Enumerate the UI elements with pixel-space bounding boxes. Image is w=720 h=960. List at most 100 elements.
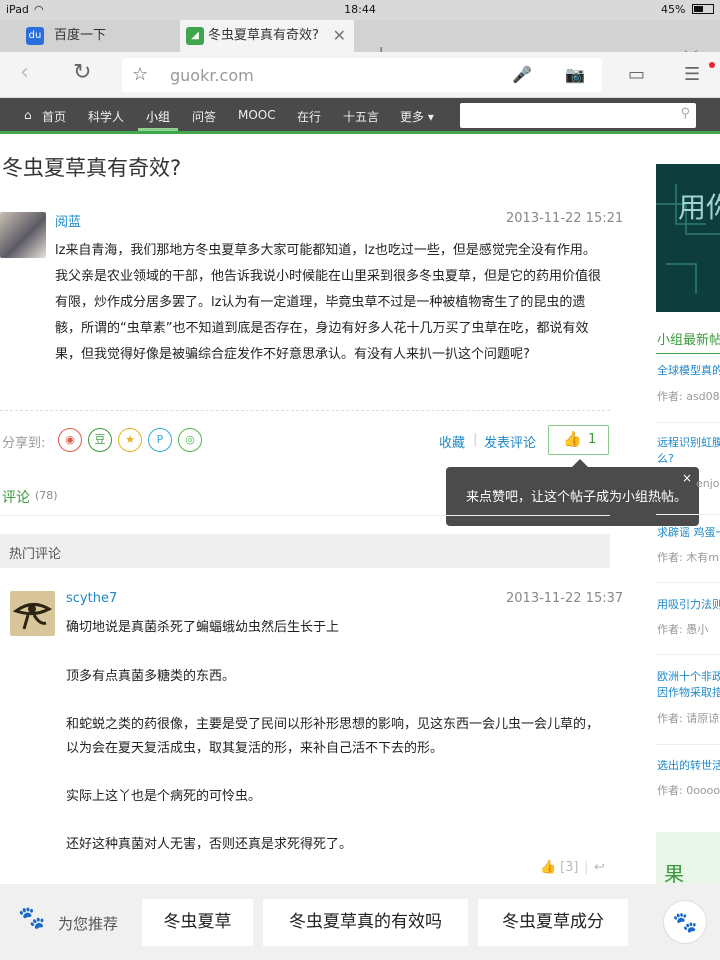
paw-icon: 🐾 bbox=[672, 910, 698, 934]
site-search-input[interactable]: ⚲ bbox=[460, 103, 696, 128]
baidu-paw-button[interactable]: 🐾 bbox=[663, 900, 707, 944]
nav-item-more[interactable]: 更多 ▾ bbox=[400, 108, 434, 125]
like-button[interactable]: 👍 1 bbox=[548, 425, 609, 455]
nav-item-mooc[interactable]: MOOC bbox=[238, 108, 276, 122]
battery-indicator: 45% bbox=[661, 3, 714, 16]
reply-date: 2013-11-22 15:37 bbox=[506, 591, 624, 606]
tab-comments[interactable]: 评论 bbox=[2, 487, 30, 507]
weibo-icon[interactable]: ◉ bbox=[58, 428, 82, 452]
battery-percent: 45% bbox=[661, 3, 686, 16]
thumbs-up-icon[interactable]: 👍 bbox=[540, 860, 556, 875]
sidebar-post-title[interactable]: 选出的转世活 bbox=[657, 758, 720, 774]
separator: | bbox=[473, 432, 478, 447]
battery-icon bbox=[692, 4, 714, 14]
post-paragraph: 果，但我觉得好像是被骗综合症发作不好意思承认。有没有人来扒一扒这个问题呢? bbox=[55, 347, 530, 362]
douban-icon[interactable]: 豆 bbox=[88, 428, 112, 452]
thumbs-up-icon: 👍 bbox=[563, 430, 582, 448]
nav-item-zaihang[interactable]: 在行 bbox=[297, 108, 321, 125]
sidebar-post-title[interactable]: 欧洲十个非政 bbox=[657, 669, 720, 685]
page-title: 冬虫夏草真有奇效? bbox=[2, 156, 182, 180]
guokr-favicon-icon: ◢ bbox=[186, 27, 204, 45]
nav-item-group[interactable]: 小组 bbox=[146, 108, 170, 125]
reply-author[interactable]: scythe7 bbox=[66, 591, 117, 606]
close-tab-icon[interactable]: ✕ bbox=[333, 20, 346, 52]
menu-icon[interactable]: ☰ bbox=[684, 64, 700, 85]
reply-paragraph: 还好这种真菌对人无害，否则还真是求死得死了。 bbox=[66, 837, 353, 852]
nav-item-qa[interactable]: 问答 bbox=[192, 108, 216, 125]
clock: 18:44 bbox=[344, 3, 376, 16]
sidebar-heading: 小组最新帖 bbox=[657, 333, 720, 348]
sidebar-post-title[interactable]: 远程识别虹膜 bbox=[657, 435, 720, 451]
nav-item-home[interactable]: 首页 bbox=[42, 108, 66, 125]
sidebar-post-title[interactable]: 么? bbox=[657, 451, 674, 467]
reply-paragraph: 和蛇蜕之类的药很像，主要是受了民间以形补形思想的影响，见这东西一会儿虫一会儿草的… bbox=[66, 717, 600, 732]
search-icon[interactable]: ⚲ bbox=[680, 106, 690, 121]
post-comment-link[interactable]: 发表评论 bbox=[484, 432, 536, 451]
reply-icon[interactable]: ↩ bbox=[594, 860, 605, 875]
avatar[interactable] bbox=[0, 212, 46, 258]
divider bbox=[656, 514, 720, 515]
tab-bar: du 百度一下 ◢ 冬虫夏草真有奇效? ✕ + ﹀ bbox=[0, 20, 720, 67]
recommend-chip[interactable]: 冬虫夏草真的有效吗 bbox=[263, 899, 468, 946]
sidebar-post-title[interactable]: 用吸引力法则 bbox=[657, 597, 720, 613]
tab-label: 百度一下 bbox=[54, 28, 107, 43]
sidebar-post-title[interactable]: 求辟谣 鸡蛋一 bbox=[657, 525, 720, 541]
post-paragraph: 我父亲是农业领域的干部，他告诉我说小时候能在山里采到很多冬虫夏草，但是它的药用价… bbox=[55, 269, 602, 284]
back-icon[interactable]: ‹ bbox=[20, 60, 29, 85]
reply-paragraph: 以为会在夏天复活成虫，取其复活的形，来补自己活不下去的形。 bbox=[66, 741, 444, 756]
baidu-paw-icon: 🐾 bbox=[18, 906, 46, 931]
pinterest-icon[interactable]: P bbox=[148, 428, 172, 452]
bookmark-star-icon[interactable]: ☆ bbox=[132, 64, 148, 85]
tooltip-text: 来点赞吧，让这个帖子成为小组热帖。 bbox=[466, 490, 688, 505]
recommend-chip[interactable]: 冬虫夏草 bbox=[142, 899, 253, 946]
sidebar-post-meta: 作者: 木有m bbox=[657, 551, 719, 564]
qzone-icon[interactable]: ★ bbox=[118, 428, 142, 452]
post-paragraph: 骸，所谓的“虫草素”也不知道到底是否存在，身边有好多人花十几万买了虫草在吃，都说… bbox=[55, 321, 589, 336]
sidebar-post-meta: 作者: asd08 bbox=[657, 390, 720, 403]
divider bbox=[656, 744, 720, 745]
wechat-icon[interactable]: ◎ bbox=[178, 428, 202, 452]
sidebar-post-title[interactable]: 全球模型真的 bbox=[657, 363, 720, 379]
recommend-chip[interactable]: 冬虫夏草成分 bbox=[478, 899, 628, 946]
post-body: lz来自青海，我们那地方冬虫夏草多大家可能都知道，lz也吃过一些，但是感觉完全没… bbox=[55, 238, 610, 368]
separator: | bbox=[584, 860, 589, 875]
tab-label: 冬虫夏草真有奇效? bbox=[208, 28, 319, 43]
baidu-favicon-icon: du bbox=[26, 27, 44, 45]
nav-item-scientific[interactable]: 科学人 bbox=[88, 108, 124, 125]
banner-text: 用你 bbox=[678, 191, 720, 224]
avatar[interactable] bbox=[10, 591, 55, 636]
status-bar: iPad ◠ 18:44 45% bbox=[0, 0, 720, 20]
url-field[interactable]: ☆ guokr.com 🎤 📷 bbox=[122, 58, 602, 92]
divider bbox=[656, 422, 720, 423]
sidebar-ad[interactable]: 果 bbox=[656, 832, 720, 889]
nav-item-15yan[interactable]: 十五言 bbox=[343, 108, 379, 125]
refresh-icon[interactable]: ↻ bbox=[73, 60, 91, 85]
reply-like-count: [3] bbox=[560, 860, 579, 875]
sidebar-post-title[interactable]: 因作物采取措 bbox=[657, 685, 720, 701]
tab-guokr[interactable]: ◢ 冬虫夏草真有奇效? ✕ bbox=[180, 20, 354, 52]
divider bbox=[0, 515, 610, 516]
tab-baidu[interactable]: du 百度一下 bbox=[20, 20, 180, 52]
home-icon[interactable]: ⌂ bbox=[24, 108, 32, 122]
sidebar-post-meta: 作者: 请原谅 bbox=[657, 712, 720, 725]
sidebar-banner[interactable]: 用你 bbox=[656, 164, 720, 312]
comment-count: (78) bbox=[35, 489, 58, 502]
post-author[interactable]: 阅蓝 bbox=[55, 211, 81, 230]
microphone-icon[interactable]: 🎤 bbox=[512, 65, 532, 84]
divider bbox=[656, 654, 720, 655]
notification-dot bbox=[709, 62, 715, 68]
sidebar-post-meta: 作者: 愚小 bbox=[657, 623, 709, 636]
site-nav: ⌂ 首页 科学人 小组 问答 MOOC 在行 十五言 更多 ▾ ⚲ bbox=[0, 98, 720, 134]
sidebar-heading-rule bbox=[656, 353, 720, 354]
eye-of-horus-icon bbox=[12, 603, 53, 630]
right-sidebar: 用你 小组最新帖 全球模型真的 作者: asd08 远程识别虹膜 么? enjo… bbox=[656, 164, 720, 889]
camera-icon[interactable]: 📷 bbox=[565, 65, 585, 84]
share-label: 分享到: bbox=[2, 436, 46, 451]
reply-paragraph: 顶多有点真菌多糖类的东西。 bbox=[66, 669, 236, 684]
video-icon[interactable]: ▭ bbox=[628, 64, 645, 85]
divider bbox=[0, 410, 610, 411]
recommendation-bar: 🐾 为您推荐 冬虫夏草 冬虫夏草真的有效吗 冬虫夏草成分 🐾 bbox=[0, 884, 720, 960]
ad-text: 果 bbox=[664, 862, 684, 886]
collect-link[interactable]: 收藏 bbox=[439, 432, 465, 451]
sidebar-post-meta: enjoh bbox=[696, 477, 720, 490]
